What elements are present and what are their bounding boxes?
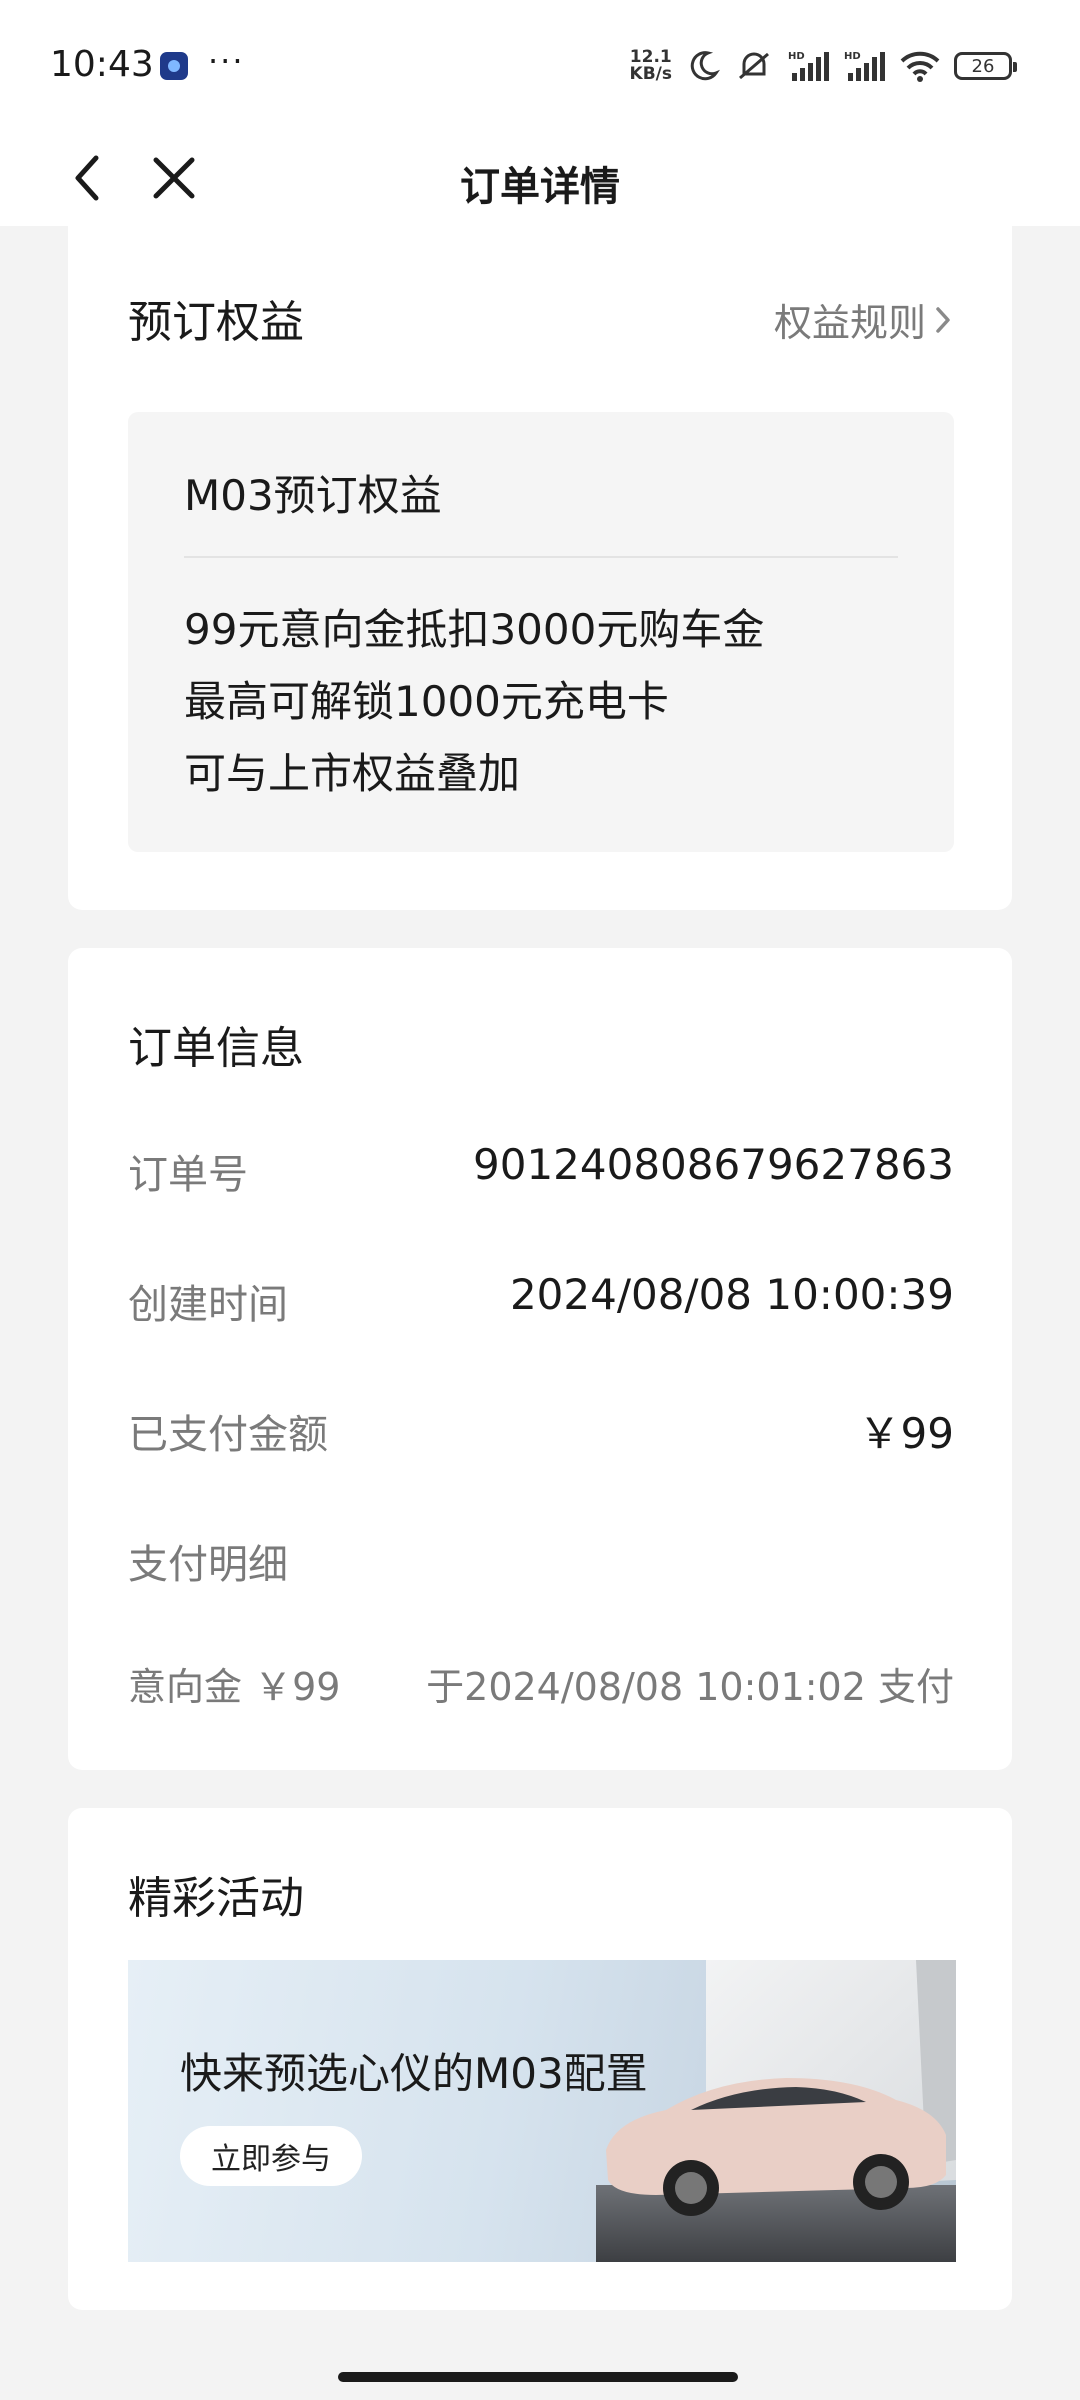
- paid-amount-value: ￥99: [858, 1409, 954, 1458]
- network-speed-unit: KB/s: [629, 64, 672, 84]
- wifi-icon: [900, 51, 940, 82]
- moon-icon: [690, 51, 720, 81]
- rules-link[interactable]: 权益规则: [774, 292, 954, 347]
- created-time-value: 2024/08/08 10:00:39: [509, 1270, 954, 1319]
- network-speed: 12.1 KB/s: [630, 49, 672, 83]
- deposit-label: 意向金 ￥99: [128, 1665, 341, 1709]
- page-title: 订单详情: [460, 164, 620, 210]
- rules-link-label: 权益规则: [773, 301, 926, 345]
- activity-banner[interactable]: 快来预选心仪的M03配置 立即参与: [128, 1960, 956, 2262]
- activities-title: 精彩活动: [128, 1873, 304, 1924]
- benefit-line: 99元意向金抵扣3000元购车金: [184, 605, 765, 654]
- status-bar: 10:43 ··· 12.1 KB/s HD HD 26: [0, 0, 1080, 130]
- benefit-line: 最高可解锁1000元充电卡: [184, 677, 669, 726]
- order-number-value[interactable]: 901240808679627863: [473, 1140, 954, 1189]
- navigation-bar: 订单详情: [0, 130, 1080, 226]
- signal-icon: HD: [844, 51, 885, 81]
- status-icons: 12.1 KB/s HD HD 26: [630, 44, 1017, 88]
- benefits-title: 预订权益: [128, 297, 304, 348]
- order-number-label: 订单号: [128, 1152, 248, 1198]
- battery-icon: 26: [954, 52, 1017, 80]
- paid-amount-label: 已支付金额: [128, 1412, 328, 1458]
- benefits-card: 预订权益 权益规则 M03预订权益 99元意向金抵扣3000元购车金 最高可解锁…: [68, 226, 1012, 910]
- banner-title: 快来预选心仪的M03配置: [180, 2049, 648, 2098]
- mute-icon: [739, 52, 769, 80]
- activities-card: 精彩活动 快来预选心仪的M03配置 立即参与: [68, 1808, 1012, 2310]
- signal-icon: HD: [788, 51, 829, 81]
- benefit-box: M03预订权益 99元意向金抵扣3000元购车金 最高可解锁1000元充电卡 可…: [128, 412, 954, 852]
- app-icon: [160, 52, 188, 80]
- deposit-paid-time: 于2024/08/08 10:01:02 支付: [426, 1665, 954, 1709]
- benefit-name: M03预订权益: [184, 471, 442, 520]
- battery-level: 26: [971, 55, 995, 77]
- status-time: 10:43: [50, 44, 154, 85]
- order-info-card: 订单信息 订单号 901240808679627863 创建时间 2024/08…: [68, 948, 1012, 1770]
- benefit-line: 可与上市权益叠加: [184, 749, 521, 798]
- divider: [184, 556, 898, 558]
- join-now-button[interactable]: 立即参与: [180, 2126, 362, 2186]
- more-notifications-icon: ···: [208, 42, 245, 80]
- order-info-title: 订单信息: [128, 1023, 304, 1074]
- home-indicator[interactable]: [338, 2372, 738, 2382]
- car-image: [596, 1960, 956, 2262]
- chevron-right-icon: [936, 306, 950, 333]
- payment-detail-label: 支付明细: [128, 1542, 288, 1588]
- created-time-label: 创建时间: [128, 1282, 288, 1328]
- svg-text:HD: HD: [788, 51, 805, 62]
- svg-text:HD: HD: [844, 51, 861, 62]
